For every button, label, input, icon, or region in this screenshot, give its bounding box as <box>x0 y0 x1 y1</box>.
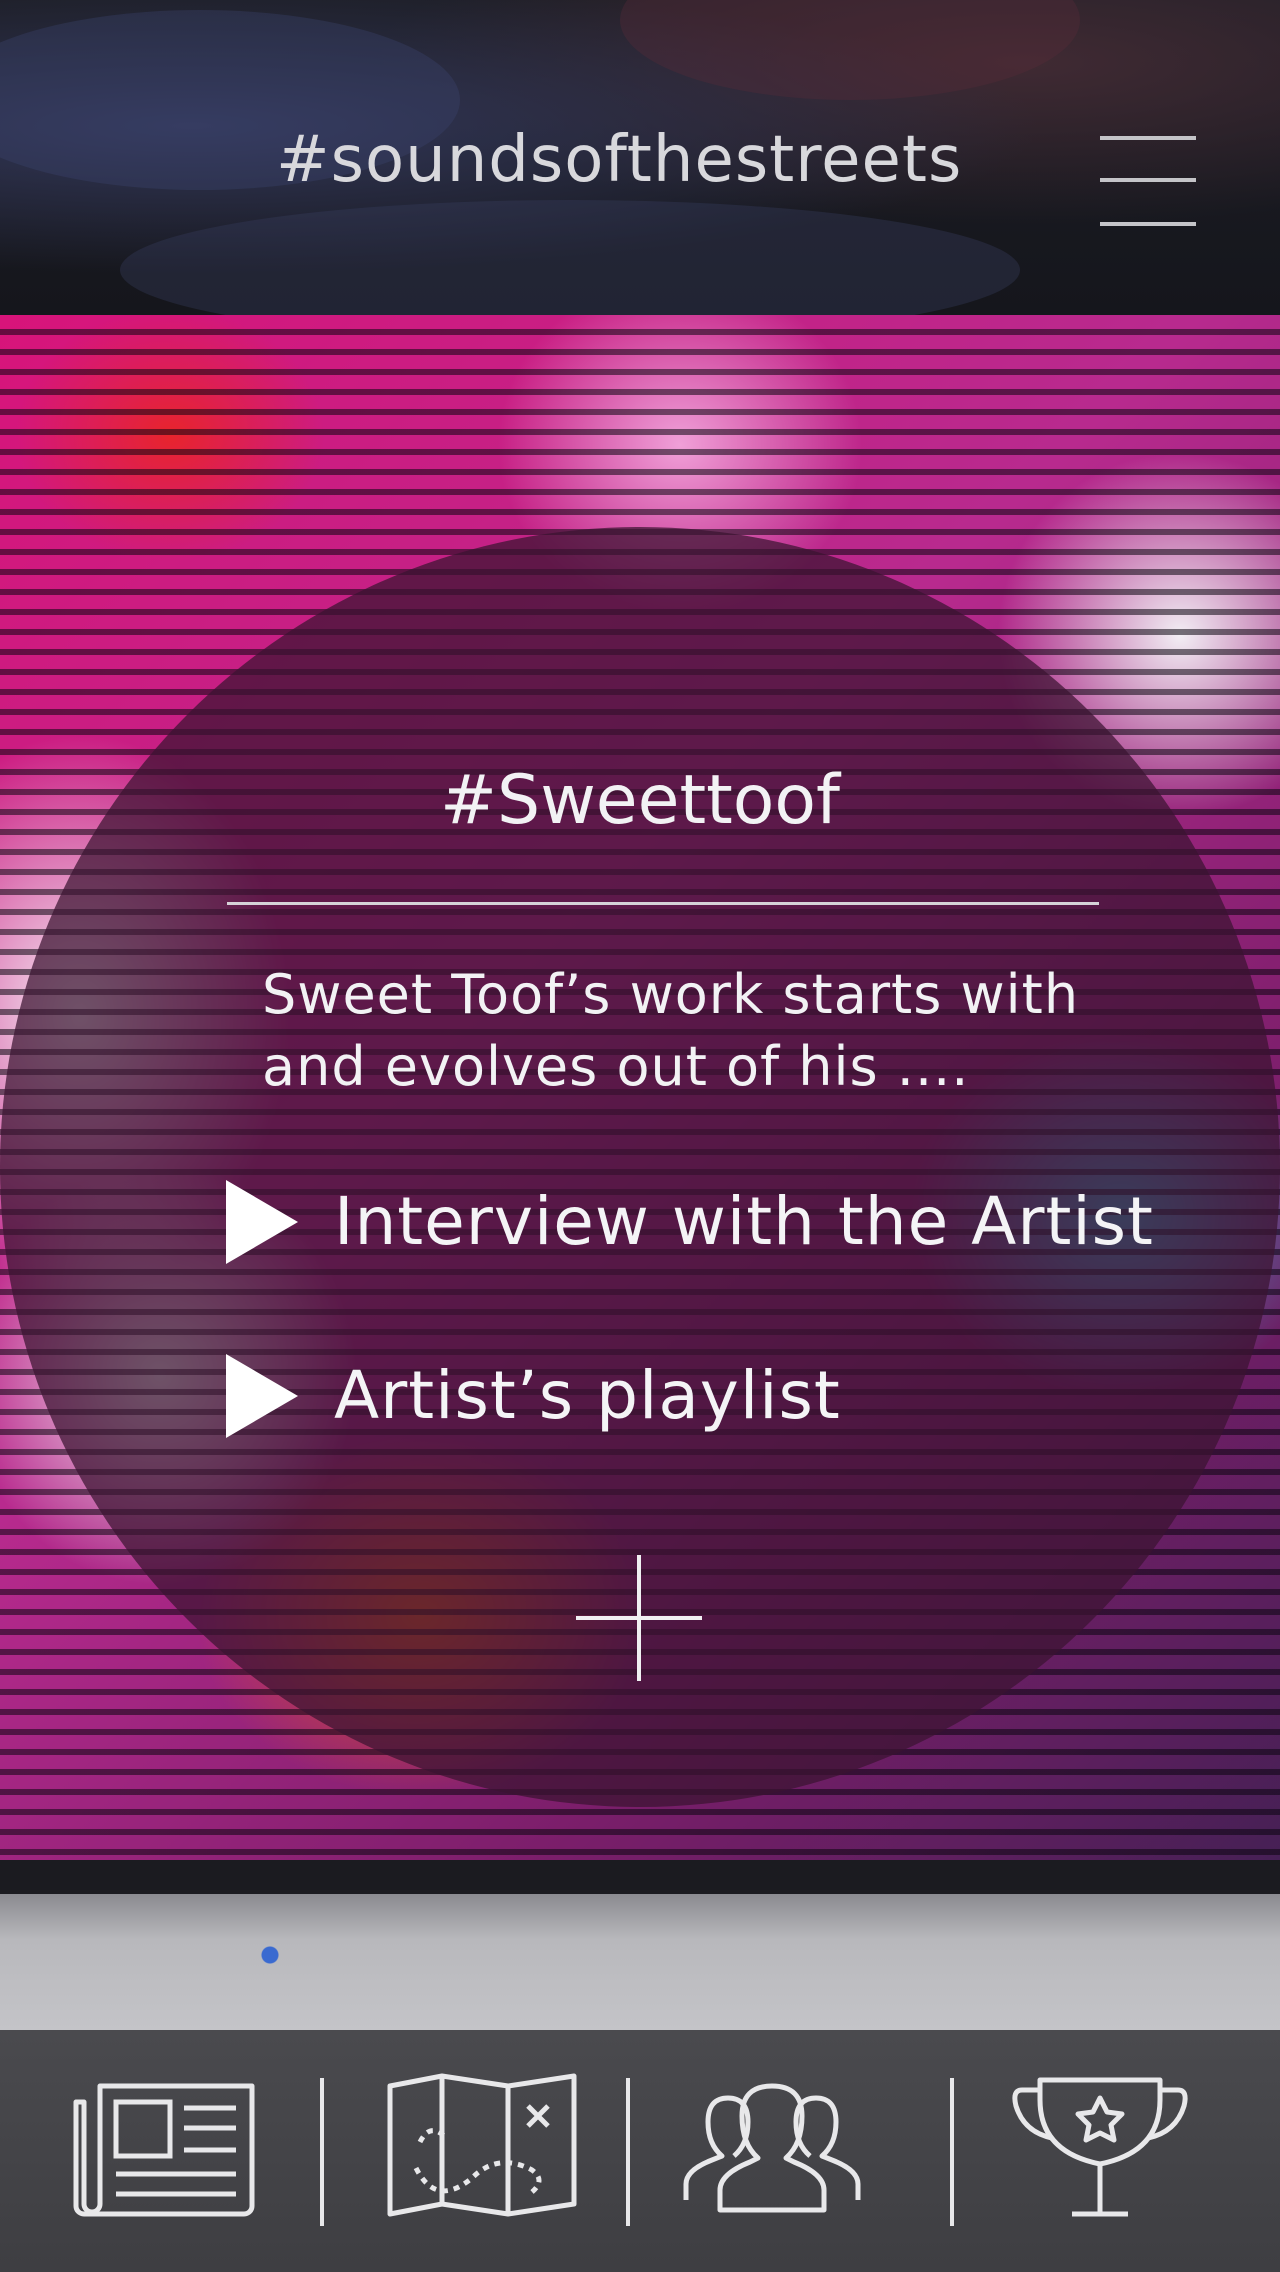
plus-icon[interactable] <box>576 1555 702 1681</box>
play-icon <box>226 1354 298 1438</box>
people-icon[interactable] <box>672 2072 872 2222</box>
header-background-art <box>620 0 1080 100</box>
treasure-map-icon[interactable] <box>380 2072 580 2222</box>
menu-line <box>1100 222 1196 226</box>
playlist-button[interactable]: Artist’s playlist <box>226 1351 841 1441</box>
menu-line <box>1100 136 1196 140</box>
menu-line <box>1100 178 1196 182</box>
artist-info-content: #Sweettoof Sweet Toof’s work starts with… <box>0 527 1280 1807</box>
plus-stroke <box>637 1555 641 1681</box>
nav-separator <box>950 2078 954 2226</box>
interview-label: Interview with the Artist <box>334 1183 1154 1260</box>
header-bar: #soundsofthestreets <box>0 0 1280 315</box>
artist-info-circle: #Sweettoof Sweet Toof’s work starts with… <box>0 527 1280 1807</box>
bottom-navigation <box>0 2030 1280 2272</box>
header-background-art <box>120 200 1020 315</box>
interview-button[interactable]: Interview with the Artist <box>226 1177 1154 1267</box>
artist-hashtag[interactable]: #Sweettoof <box>0 767 1280 835</box>
nav-separator <box>320 2078 324 2226</box>
trophy-icon[interactable] <box>1000 2072 1200 2222</box>
app-screen: #soundsofthestreets #Sweettoof Sweet Too… <box>0 0 1280 2272</box>
divider <box>227 902 1099 905</box>
app-title: #soundsofthestreets <box>276 123 963 197</box>
nav-separator <box>626 2078 630 2226</box>
hamburger-menu-icon[interactable] <box>1096 134 1200 230</box>
newspaper-icon[interactable] <box>60 2072 260 2222</box>
playlist-label: Artist’s playlist <box>334 1357 841 1434</box>
artist-description: Sweet Toof’s work starts with and evolve… <box>262 959 1122 1103</box>
description-line: and evolves out of his .... <box>262 1035 970 1098</box>
description-line: Sweet Toof’s work starts with <box>262 963 1080 1026</box>
play-icon <box>226 1180 298 1264</box>
sidewalk <box>0 1860 1280 2030</box>
